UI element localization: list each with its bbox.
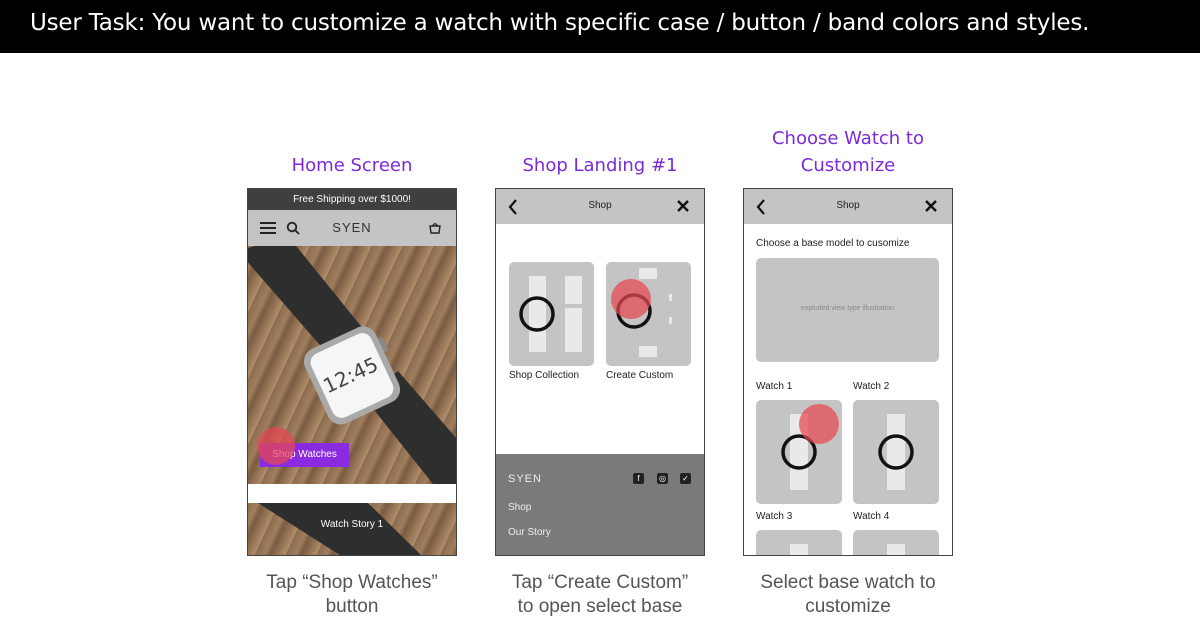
caption-home: Tap “Shop Watches” button <box>232 571 472 619</box>
footer-brand: SYEN <box>508 473 542 485</box>
column-title-line: Home Screen <box>291 155 413 176</box>
watch-4-label: Watch 4 <box>853 511 890 522</box>
tap-indicator <box>257 427 295 465</box>
create-custom-label: Create Custom <box>606 370 674 381</box>
shop-collection-card[interactable] <box>509 262 594 366</box>
column-title-line: Shop Landing #1 <box>522 155 678 176</box>
column-title-home: Home Screen <box>248 152 456 179</box>
bag-icon[interactable] <box>428 221 442 235</box>
watch-4-card[interactable] <box>853 530 939 555</box>
placeholder-text: exploded view type illustration <box>801 305 894 312</box>
watch-illustration-icon <box>887 544 905 555</box>
close-icon[interactable] <box>924 199 938 213</box>
column-title-line: Customize <box>800 155 896 176</box>
brand-logo: SYEN <box>332 220 372 235</box>
watch-story-banner[interactable]: Watch Story 1 <box>248 503 456 555</box>
task-banner: User Task: You want to customize a watch… <box>0 0 1200 53</box>
caption-line: Tap “Shop Watches” <box>266 572 438 593</box>
watch-illustration-icon <box>519 276 582 352</box>
home-screen-mockup: Free Shipping over $1000! SYEN 12:45 Sho… <box>247 188 457 556</box>
column-title-shop-landing: Shop Landing #1 <box>496 152 704 179</box>
shop-collection-label: Shop Collection <box>509 370 580 381</box>
footer-link-shop[interactable]: Shop <box>508 502 531 513</box>
caption-shop-landing: Tap “Create Custom” to open select base <box>480 571 720 619</box>
caption-line: Select base watch to <box>760 572 936 593</box>
promo-banner: Free Shipping over $1000! <box>248 189 456 210</box>
caption-line: Tap “Create Custom” <box>511 572 689 593</box>
twitter-icon[interactable]: ✓ <box>680 473 691 484</box>
caption-choose-watch: Select base watch to customize <box>728 571 968 619</box>
column-title-choose-watch: Choose Watch to Customize <box>734 125 962 179</box>
watch-3-card[interactable] <box>756 530 842 555</box>
task-text: User Task: You want to customize a watch… <box>30 10 1090 36</box>
header-title: Shop <box>836 200 860 211</box>
column-title-line: Choose Watch to <box>771 128 924 149</box>
watch-story-label: Watch Story 1 <box>320 519 384 530</box>
section-divider <box>248 484 456 503</box>
illustration-placeholder: exploded view type illustration <box>756 258 939 362</box>
caption-line: customize <box>805 596 891 617</box>
instagram-icon[interactable]: ◎ <box>657 473 668 484</box>
watch-2-label: Watch 2 <box>853 381 890 392</box>
tap-indicator <box>611 279 651 319</box>
close-icon[interactable] <box>676 199 690 213</box>
shop-landing-mockup: Shop Shop Collection Create Custom SYEN … <box>495 188 705 556</box>
watch-illustration-icon <box>878 414 914 490</box>
home-nav-bar: SYEN <box>248 210 456 246</box>
watch-2-card[interactable] <box>853 400 939 504</box>
watch-1-label: Watch 1 <box>756 381 793 392</box>
tap-indicator <box>799 404 839 444</box>
footer-link-our-story[interactable]: Our Story <box>508 527 551 538</box>
watch-illustration-icon <box>790 544 808 555</box>
shop-header: Shop <box>496 189 704 224</box>
choose-prompt: Choose a base model to cusomize <box>756 238 910 249</box>
caption-line: to open select base <box>517 596 683 617</box>
shop-header: Shop <box>744 189 952 224</box>
facebook-icon[interactable]: f <box>633 473 644 484</box>
caption-line: button <box>325 596 379 617</box>
choose-watch-mockup: Shop Choose a base model to cusomize exp… <box>743 188 953 556</box>
header-title: Shop <box>588 200 612 211</box>
watch-3-label: Watch 3 <box>756 511 793 522</box>
site-footer: SYEN f ◎ ✓ Shop Our Story <box>496 454 704 555</box>
